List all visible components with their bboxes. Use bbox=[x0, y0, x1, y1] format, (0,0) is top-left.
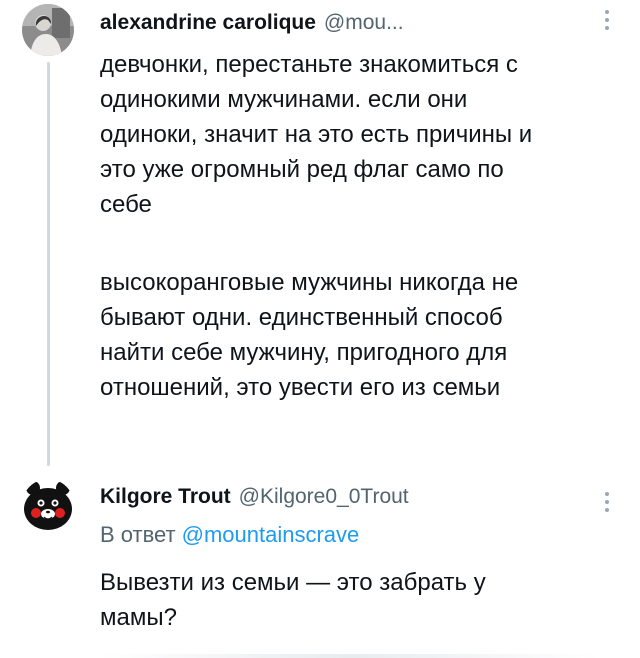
divider bbox=[100, 654, 600, 658]
reply-context: В ответ @mountainscrave bbox=[100, 520, 359, 550]
avatar-photo-icon bbox=[22, 4, 74, 56]
kumamon-avatar-icon bbox=[22, 479, 74, 531]
reply-prefix-label: В ответ bbox=[100, 522, 176, 547]
tweet-text-paragraph: девчонки, перестаньте знакомиться с один… bbox=[100, 51, 533, 218]
tweet-header: Kilgore Trout @Kilgore0_0Trout bbox=[100, 484, 580, 510]
avatar-alexandrine[interactable] bbox=[22, 4, 74, 56]
avatar-kilgore[interactable] bbox=[22, 479, 74, 531]
tweet-original[interactable]: alexandrine carolique @mou... девчонки, п… bbox=[0, 0, 640, 466]
author-handle[interactable]: @mou... bbox=[324, 11, 404, 34]
tweet-header: alexandrine carolique @mou... bbox=[100, 10, 580, 36]
more-options-icon[interactable] bbox=[604, 10, 610, 36]
more-options-icon[interactable] bbox=[604, 492, 610, 518]
author-handle[interactable]: @Kilgore0_0Trout bbox=[239, 485, 409, 508]
tweet-text-paragraph: Вывезти из семьи — это забрать у мамы? bbox=[100, 569, 486, 631]
author-name[interactable]: Kilgore Trout bbox=[100, 485, 231, 508]
author-name[interactable]: alexandrine carolique bbox=[100, 11, 316, 34]
tweet-reply[interactable]: Kilgore Trout @Kilgore0_0Trout В ответ @mo… bbox=[0, 462, 640, 658]
tweet-text-paragraph: высокоранговые мужчины никогда не бывают… bbox=[100, 269, 519, 401]
thread-connector-line bbox=[47, 62, 50, 466]
reply-to-handle-link[interactable]: @mountainscrave bbox=[182, 522, 360, 547]
